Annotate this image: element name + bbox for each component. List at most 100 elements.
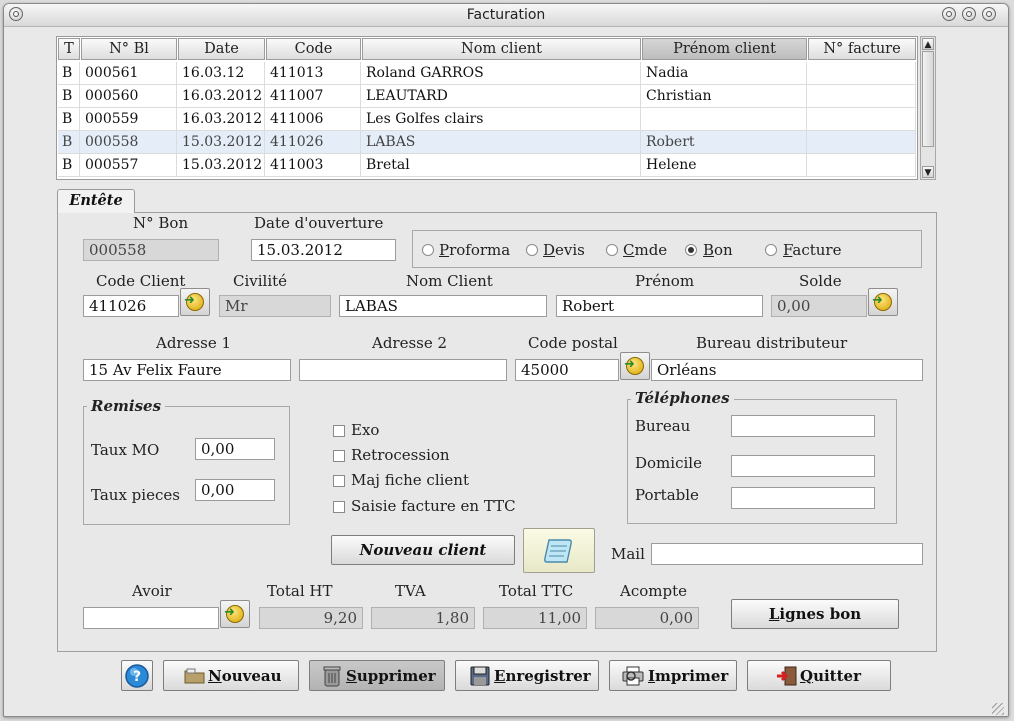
cell-type: B (58, 131, 80, 153)
cell-prenom-client: Robert (642, 131, 807, 153)
avoir-go-button[interactable] (220, 600, 250, 628)
table-row[interactable]: B 000557 15.03.2012 411003 Bretal Helene (58, 154, 916, 177)
cell-nom-client: LABAS (362, 131, 641, 153)
title-bar[interactable]: Facturation (4, 4, 1008, 27)
col-header-code[interactable]: Code (266, 38, 361, 60)
taux-pieces-field[interactable]: 0,00 (195, 479, 275, 501)
total-ht-field[interactable]: 9,20 (259, 607, 363, 629)
mail-field[interactable] (651, 543, 923, 565)
radio-label-proforma[interactable]: Proforma (439, 241, 510, 259)
scroll-up-arrow-icon[interactable]: ▲ (922, 38, 934, 50)
cell-date: 15.03.2012 (178, 131, 265, 153)
radio-devis[interactable] (526, 244, 538, 256)
tel-domicile-field[interactable] (731, 455, 875, 477)
radio-facture[interactable] (765, 244, 777, 256)
tab-entete[interactable]: Entête (57, 189, 135, 213)
col-header-num-bl[interactable]: N° Bl (81, 38, 177, 60)
cell-num-bl: 000557 (81, 154, 177, 176)
radio-bon[interactable] (685, 244, 697, 256)
adresse2-field[interactable] (299, 359, 507, 381)
radio-label-cmde[interactable]: Cmde (623, 241, 667, 259)
radio-cmde[interactable] (606, 244, 618, 256)
scroll-note-icon (544, 539, 572, 563)
nom-client-field[interactable]: LABAS (339, 295, 547, 317)
solde-field[interactable]: 0,00 (771, 295, 867, 317)
taux-mo-field[interactable]: 0,00 (195, 438, 275, 460)
enregistrer-button[interactable]: Enregistrer (455, 660, 599, 691)
scroll-down-arrow-icon[interactable]: ▼ (922, 166, 934, 178)
checkbox-option[interactable] (333, 501, 345, 513)
checkbox-option-label[interactable]: Maj fiche client (351, 471, 469, 489)
note-button[interactable] (523, 528, 595, 573)
table-scrollbar[interactable]: ▲ ▼ (920, 36, 936, 180)
checkbox-option[interactable] (333, 425, 345, 437)
nouveau-button[interactable]: Nouveau (163, 660, 299, 691)
checkbox-option-label[interactable]: Exo (351, 421, 379, 439)
imprimer-button[interactable]: Imprimer (609, 660, 737, 691)
telephones-title: Téléphones (631, 389, 734, 407)
acompte-field[interactable]: 0,00 (595, 607, 699, 629)
checkbox-option[interactable] (333, 450, 345, 462)
col-header-type[interactable]: T (58, 38, 80, 60)
remises-group (83, 406, 290, 525)
solde-go-button[interactable] (868, 288, 898, 316)
radio-proforma[interactable] (422, 244, 434, 256)
table-row[interactable]: B 000559 16.03.2012 411006 Les Golfes clairs (58, 108, 916, 131)
close-button[interactable] (982, 7, 996, 21)
radio-label-facture[interactable]: Facture (783, 241, 841, 259)
num-bon-field[interactable]: 000558 (83, 239, 219, 261)
supprimer-label: Supprimer (346, 667, 436, 685)
resize-grip[interactable] (992, 703, 1004, 715)
lignes-bon-button[interactable]: Lignes bon (731, 599, 899, 629)
tel-portable-field[interactable] (731, 487, 875, 509)
cell-num-bl: 000558 (81, 131, 177, 153)
cell-num-bl: 000560 (81, 85, 177, 107)
tva-field[interactable]: 1,80 (371, 607, 475, 629)
date-ouverture-field[interactable]: 15.03.2012 (251, 239, 396, 261)
folder-icon (184, 668, 205, 684)
table-row[interactable]: B 000561 16.03.12 411013 Roland GARROS Nadia (58, 62, 916, 85)
scroll-thumb[interactable] (922, 51, 934, 147)
invoice-list-table[interactable]: T N° Bl Date Code Nom client Prénom clie… (56, 36, 918, 180)
cell-date: 15.03.2012 (178, 154, 265, 176)
col-header-num-facture[interactable]: N° facture (808, 38, 916, 60)
col-header-prenom-client[interactable]: Prénom client (642, 38, 807, 60)
table-row[interactable]: B 000560 16.03.2012 411007 LEAUTARD Christian (58, 85, 916, 108)
maximize-button[interactable] (962, 7, 976, 21)
total-ttc-field[interactable]: 11,00 (483, 607, 587, 629)
code-postal-field[interactable]: 45000 (515, 359, 619, 381)
radio-label-bon[interactable]: Bon (703, 241, 733, 259)
cell-num-bl: 000561 (81, 62, 177, 84)
checkbox-option-label[interactable]: Retrocession (351, 446, 450, 464)
col-header-nom-client[interactable]: Nom client (362, 38, 641, 60)
prenom-field[interactable]: Robert (556, 295, 763, 317)
code-client-field[interactable]: 411026 (83, 295, 179, 317)
cell-code: 411007 (266, 85, 361, 107)
bureau-distributeur-field[interactable]: Orléans (651, 359, 923, 381)
cell-type: B (58, 62, 80, 84)
quitter-button[interactable]: Quitter (747, 660, 891, 691)
code-postal-go-button[interactable] (620, 352, 650, 380)
cell-nom-client: Roland GARROS (362, 62, 641, 84)
code-client-go-button[interactable] (180, 288, 210, 316)
date-ouverture-label: Date d'ouverture (254, 214, 384, 232)
window-menu-button[interactable] (9, 7, 23, 21)
avoir-field[interactable] (83, 607, 219, 629)
civilite-field[interactable]: Mr (219, 295, 331, 317)
adresse2-label: Adresse 2 (372, 334, 448, 352)
radio-label-devis[interactable]: Devis (543, 241, 585, 259)
adresse1-field[interactable]: 15 Av Felix Faure (83, 359, 291, 381)
checkbox-option-label[interactable]: Saisie facture en TTC (351, 497, 516, 515)
supprimer-button[interactable]: Supprimer (309, 660, 445, 691)
cell-prenom-client: Christian (642, 85, 807, 107)
minimize-button[interactable] (942, 7, 956, 21)
table-row[interactable]: B 000558 15.03.2012 411026 LABAS Robert (58, 131, 916, 154)
cell-date: 16.03.12 (178, 62, 265, 84)
nouveau-client-label: Nouveau client (359, 541, 487, 559)
cell-num-facture (808, 85, 916, 107)
checkbox-option[interactable] (333, 475, 345, 487)
col-header-date[interactable]: Date (178, 38, 265, 60)
nouveau-client-button[interactable]: Nouveau client (331, 535, 515, 565)
help-button[interactable]: ? (121, 660, 153, 691)
tel-bureau-field[interactable] (731, 415, 875, 437)
